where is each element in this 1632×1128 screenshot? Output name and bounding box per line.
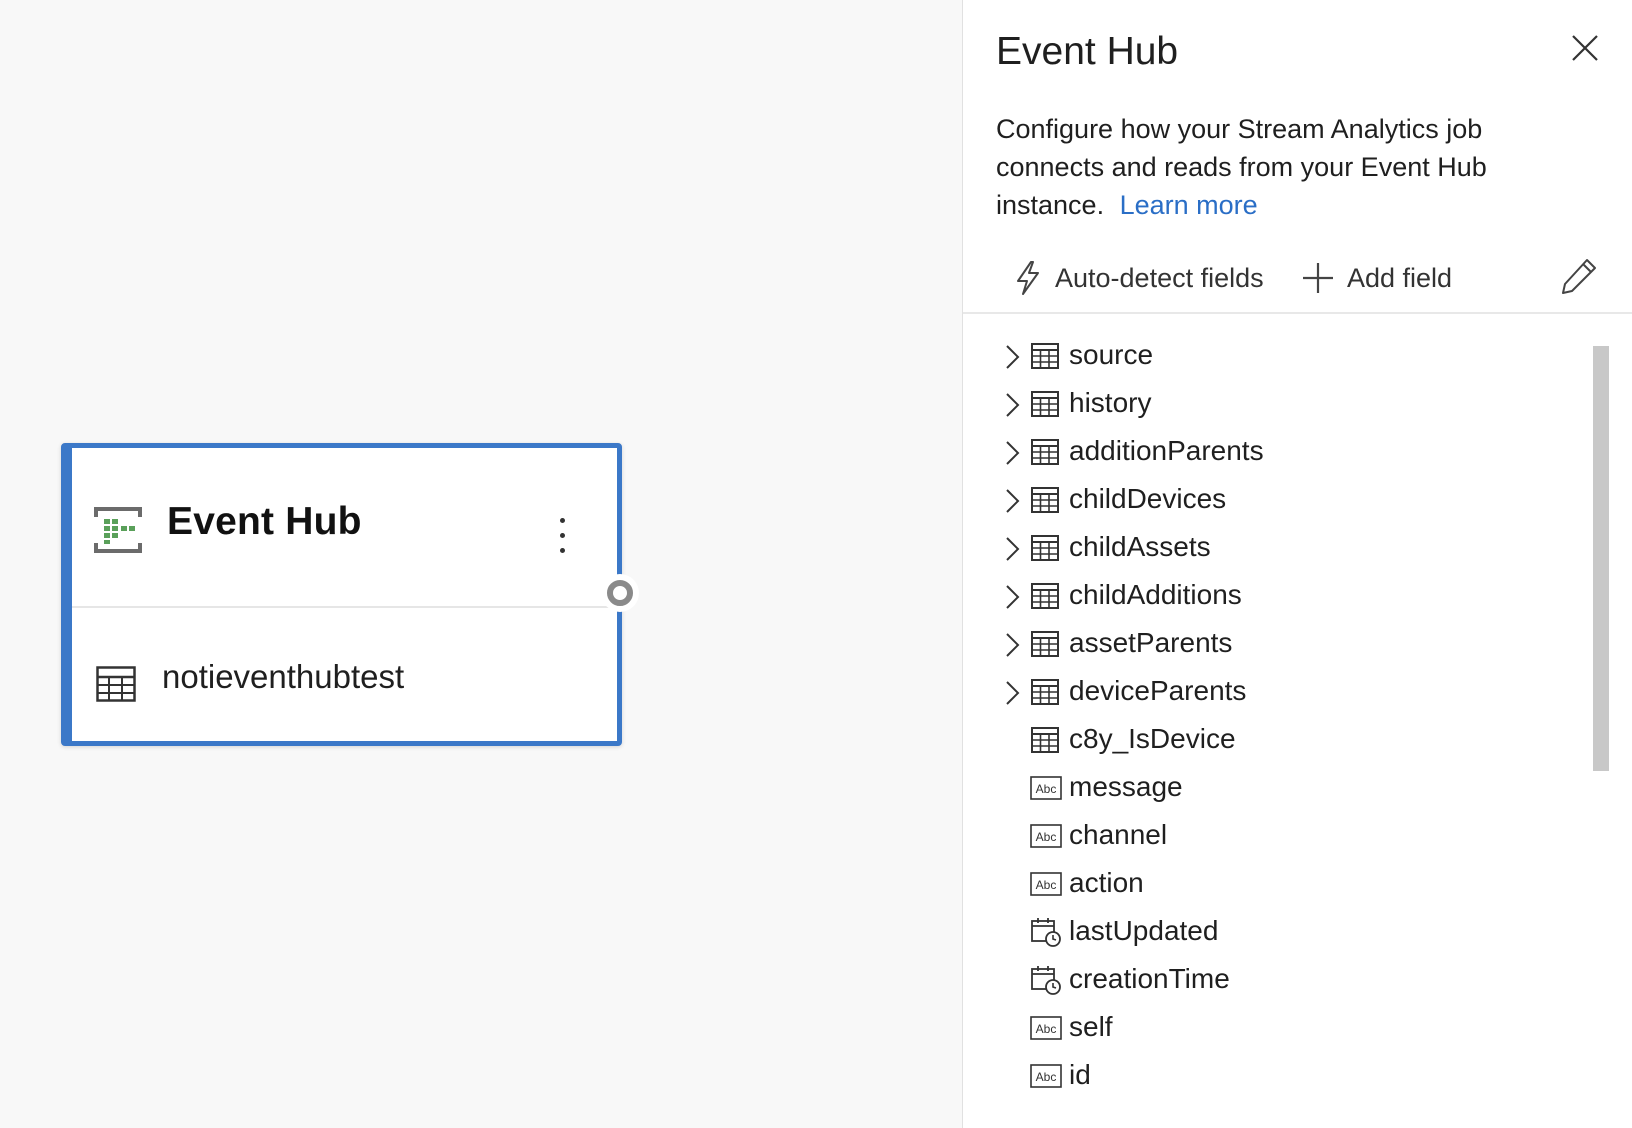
svg-text:Abc: Abc <box>1036 830 1057 844</box>
abc-icon: Abc <box>1029 1012 1063 1044</box>
table-icon <box>96 666 136 702</box>
field-name: id <box>1069 1059 1091 1090</box>
field-name: history <box>1069 387 1152 418</box>
field-name: self <box>1069 1011 1113 1042</box>
svg-text:Abc: Abc <box>1036 878 1057 892</box>
chevron-right-icon[interactable] <box>1003 344 1021 370</box>
svg-text:Abc: Abc <box>1036 1070 1057 1084</box>
node-title: Event Hub <box>167 500 362 543</box>
auto-detect-label: Auto-detect fields <box>1055 262 1264 293</box>
field-name: source <box>1069 339 1154 370</box>
abc-icon: Abc <box>1029 772 1063 804</box>
field-name: c8y_IsDevice <box>1069 723 1236 754</box>
chevron-right-icon[interactable] <box>1003 584 1021 610</box>
field-name: creationTime <box>1069 963 1230 994</box>
field-name: lastUpdated <box>1069 915 1219 946</box>
table-icon <box>1029 340 1063 372</box>
output-port[interactable] <box>607 580 633 606</box>
table-icon <box>1029 388 1063 420</box>
learn-more-link[interactable]: Learn more <box>1120 190 1258 220</box>
calendar-clock-icon <box>1029 916 1063 948</box>
chevron-right-icon[interactable] <box>1003 488 1021 514</box>
table-icon <box>1029 676 1063 708</box>
table-icon <box>1029 436 1063 468</box>
field-row-childDevices[interactable]: childDevices <box>963 476 1563 524</box>
field-name: deviceParents <box>1069 675 1247 706</box>
close-icon[interactable] <box>1569 32 1601 64</box>
event-hub-node[interactable]: Event Hub notieventhubtest <box>61 443 622 746</box>
field-row-assetParents[interactable]: assetParents <box>963 620 1563 668</box>
pencil-icon[interactable] <box>1559 256 1599 296</box>
scrollbar[interactable] <box>1593 346 1609 771</box>
field-row-childAdditions[interactable]: childAdditions <box>963 572 1563 620</box>
field-row-id[interactable]: Abc id <box>963 1052 1563 1100</box>
node-header: Event Hub <box>72 448 617 608</box>
field-name: message <box>1069 771 1183 802</box>
plus-icon <box>1303 263 1333 293</box>
panel-title: Event Hub <box>996 30 1179 73</box>
add-field-label: Add field <box>1347 262 1453 293</box>
field-row-childAssets[interactable]: childAssets <box>963 524 1563 572</box>
auto-detect-fields-button[interactable]: Auto-detect fields <box>1013 256 1264 300</box>
fields-list: source history additionParents childDevices… <box>963 322 1603 1128</box>
chevron-right-icon[interactable] <box>1003 392 1021 418</box>
field-row-lastUpdated[interactable]: lastUpdated <box>963 908 1563 956</box>
field-row-creationTime[interactable]: creationTime <box>963 956 1563 1004</box>
chevron-right-icon[interactable] <box>1003 440 1021 466</box>
table-icon <box>1029 484 1063 516</box>
abc-icon: Abc <box>1029 868 1063 900</box>
field-row-additionParents[interactable]: additionParents <box>963 428 1563 476</box>
panel-description: Configure how your Stream Analytics job … <box>996 110 1556 224</box>
field-row-deviceParents[interactable]: deviceParents <box>963 668 1563 716</box>
chevron-right-icon[interactable] <box>1003 536 1021 562</box>
field-name: channel <box>1069 819 1168 850</box>
calendar-clock-icon <box>1029 964 1063 996</box>
canvas: Event Hub notieventhubtest <box>0 0 962 1128</box>
table-icon <box>1029 628 1063 660</box>
table-icon <box>1029 724 1063 756</box>
table-icon <box>1029 580 1063 612</box>
field-name: action <box>1069 867 1144 898</box>
field-name: childAdditions <box>1069 579 1242 610</box>
add-field-button[interactable]: Add field <box>1301 256 1452 300</box>
field-row-self[interactable]: Abc self <box>963 1004 1563 1052</box>
chevron-right-icon[interactable] <box>1003 632 1021 658</box>
field-row-source[interactable]: source <box>963 332 1563 380</box>
field-name: additionParents <box>1069 435 1264 466</box>
abc-icon: Abc <box>1029 820 1063 852</box>
table-icon <box>1029 532 1063 564</box>
field-row-history[interactable]: history <box>963 380 1563 428</box>
event-hub-icon <box>94 507 142 553</box>
fields-toolbar: Auto-detect fields Add field <box>963 250 1632 314</box>
field-row-action[interactable]: Abc action <box>963 860 1563 908</box>
svg-text:Abc: Abc <box>1036 782 1057 796</box>
field-row-message[interactable]: Abc message <box>963 764 1563 812</box>
abc-icon: Abc <box>1029 1060 1063 1092</box>
properties-panel: Event Hub Configure how your Stream Anal… <box>962 0 1632 1128</box>
field-row-c8y_IsDevice[interactable]: c8y_IsDevice <box>963 716 1563 764</box>
chevron-right-icon[interactable] <box>1003 680 1021 706</box>
field-name: assetParents <box>1069 627 1233 658</box>
lightning-icon <box>1017 261 1039 295</box>
field-row-channel[interactable]: Abc channel <box>963 812 1563 860</box>
field-name: childAssets <box>1069 531 1211 562</box>
field-name: childDevices <box>1069 483 1227 514</box>
more-vertical-icon[interactable] <box>552 518 572 564</box>
svg-text:Abc: Abc <box>1036 1022 1057 1036</box>
node-source-name: notieventhubtest <box>162 658 405 695</box>
node-body: notieventhubtest <box>72 608 617 741</box>
